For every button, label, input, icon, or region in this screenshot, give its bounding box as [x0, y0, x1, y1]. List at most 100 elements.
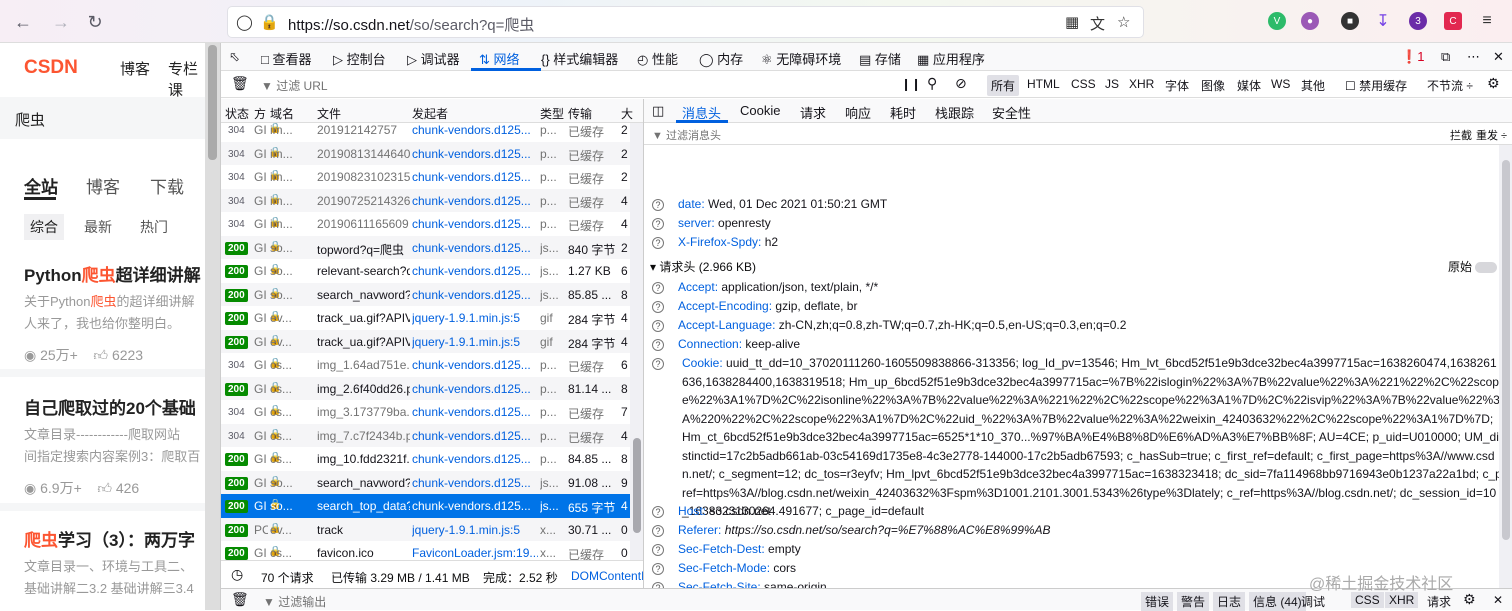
close-icon[interactable]: ✕	[1493, 49, 1504, 65]
tab-blog[interactable]: 博客	[86, 173, 120, 198]
tab-performance[interactable]: ◴ 性能	[637, 49, 678, 68]
scrollbar-thumb[interactable]	[633, 438, 641, 533]
lock-icon[interactable]: 🔒	[260, 13, 279, 31]
table-scrollbar[interactable]	[630, 123, 644, 560]
table-row[interactable]: 304 GI 🔒 im... 20190725214326 chunk-vendors.d…	[221, 188, 630, 212]
qr-code-icon[interactable]: ▦	[1065, 13, 1079, 31]
table-row[interactable]: 200 GI 🔒 so... topword?q=爬虫 chunk-vendors.d12…	[221, 235, 630, 259]
help-icon[interactable]: ?	[652, 236, 664, 249]
address-bar[interactable]: ◯ 🔒 https://so.csdn.net/so/search?q=爬虫 ▦…	[228, 7, 1143, 37]
level-debug[interactable]: 调试	[1301, 593, 1325, 610]
type-xhr[interactable]: XHR	[1385, 592, 1419, 608]
header-row[interactable]: ? Referer: https://so.csdn.net/so/search?…	[652, 523, 1051, 537]
extension-badge[interactable]: 3	[1409, 12, 1427, 30]
header-row[interactable]: ? Sec-Fetch-Mode: cors	[652, 561, 796, 575]
type-css[interactable]: CSS	[1351, 592, 1384, 608]
help-icon[interactable]: ?	[652, 505, 664, 518]
table-row[interactable]: 200 GI 🔒 cs... img_10.fdd2321f. chunk-vendors…	[221, 447, 630, 471]
sidebar-toggle-icon[interactable]: ◫	[652, 103, 664, 119]
filter-hot[interactable]: 热门	[140, 217, 168, 237]
table-row[interactable]: 200 GI 🔒 so... search_top_data? chunk-vendors…	[221, 494, 630, 518]
help-icon[interactable]: ?	[652, 300, 664, 313]
table-row[interactable]: 200 GI 🔒 cs... favicon.ico FaviconLoader.jsm:…	[221, 541, 630, 560]
filter-fonts[interactable]: 字体	[1165, 77, 1189, 94]
article-title[interactable]: 爬虫学习（3）：两万字	[24, 526, 205, 551]
table-row[interactable]: 304 GI 🔒 cs... img_3.173779ba.p chunk-vendors…	[221, 400, 630, 424]
search-icon[interactable]: ⚲	[927, 75, 937, 92]
tab-stack-trace[interactable]: 栈跟踪	[935, 103, 974, 122]
tab-cookies[interactable]: Cookie	[740, 103, 780, 118]
cookie-help[interactable]: ?	[652, 356, 678, 370]
filter-images[interactable]: 图像	[1201, 77, 1225, 94]
menu-icon[interactable]: ≡	[1478, 12, 1496, 30]
disable-cache-checkbox[interactable]: ☐ 禁用缓存	[1345, 77, 1407, 94]
reload-icon[interactable]: ↻	[84, 11, 106, 33]
level-info[interactable]: 信息 (44)	[1249, 592, 1306, 611]
extension-icon-3[interactable]: C	[1444, 12, 1462, 30]
extension-icon[interactable]: ●	[1301, 12, 1319, 30]
table-row[interactable]: 200 GI 🔒 so... relevant-search?q chunk-vendor…	[221, 259, 630, 283]
tab-download[interactable]: 下载	[150, 173, 184, 198]
url-filter-input[interactable]: ▼ 过滤 URL	[261, 77, 328, 94]
filter-all[interactable]: 所有	[987, 75, 1020, 96]
search-input[interactable]: 爬虫	[0, 97, 205, 139]
table-row[interactable]: 200 GI 🔒 so... search_navword? chunk-vendors.…	[221, 470, 630, 494]
tab-debugger[interactable]: ▷ 调试器	[407, 49, 460, 68]
header-row[interactable]: ? X-Firefox-Spdy: h2	[652, 235, 778, 249]
help-icon[interactable]: ?	[652, 562, 664, 575]
header-row[interactable]: ? Sec-Fetch-Site: same-origin	[652, 580, 827, 588]
throttle-select[interactable]: 不节流 ÷	[1427, 77, 1473, 94]
filter-css[interactable]: CSS	[1071, 77, 1096, 91]
help-icon[interactable]: ?	[652, 198, 664, 211]
filter-html[interactable]: HTML	[1027, 77, 1060, 91]
tab-timings[interactable]: 耗时	[890, 103, 916, 122]
tab-request[interactable]: 请求	[800, 103, 826, 122]
details-scrollbar[interactable]	[1499, 145, 1512, 588]
back-icon[interactable]: ←	[12, 11, 34, 33]
table-row[interactable]: 304 GI 🔒 cs... img_1.64ad751e.p chunk-vendors…	[221, 353, 630, 377]
article-card[interactable]: 自己爬取过的20个基础 文章目录------------爬取网站 间指定搜索内容案…	[24, 394, 205, 498]
help-icon[interactable]: ?	[652, 338, 664, 351]
header-row[interactable]: ? date: Wed, 01 Dec 2021 01:50:21 GMT	[652, 197, 887, 211]
scrollbar-thumb[interactable]	[1502, 160, 1510, 540]
header-row[interactable]: ? Sec-Fetch-Dest: empty	[652, 542, 801, 556]
vue-devtools-icon[interactable]: V	[1268, 12, 1286, 30]
help-icon[interactable]: ?	[652, 281, 664, 294]
page-scrollbar[interactable]	[205, 43, 220, 610]
csdn-logo[interactable]: CSDN	[24, 57, 78, 79]
header-row[interactable]: ? server: openresty	[652, 216, 771, 230]
trash-icon[interactable]: 🗑︎	[231, 75, 249, 92]
resend-button[interactable]: 重发 ÷	[1476, 127, 1507, 143]
table-row[interactable]: 200 PC 🔒 ev... track jquery-1.9.1.min.js:5 x..…	[221, 517, 630, 541]
header-row[interactable]: ? Accept: application/json, text/plain, *…	[652, 280, 878, 294]
trash-icon[interactable]: 🗑︎	[231, 591, 249, 608]
gear-icon[interactable]: ⚙	[1487, 75, 1500, 92]
extension-icon-2[interactable]: ■	[1341, 12, 1359, 30]
article-card[interactable]: Python爬虫超详细讲解 关于Python爬虫的超详细讲解 人来了，我也给你整明…	[24, 261, 205, 365]
filter-other[interactable]: 其他	[1301, 77, 1325, 94]
close-icon[interactable]: ✕	[1493, 593, 1503, 607]
pick-element-icon[interactable]: ⬁	[229, 49, 240, 65]
error-count[interactable]: ❗1	[1401, 49, 1424, 65]
table-row[interactable]: 304 GI 🔒 im... 201912142757 chunk-vendors.d12…	[221, 118, 630, 142]
table-row[interactable]: 200 GI 🔒 so... search_navword? chunk-vendors.…	[221, 282, 630, 306]
help-icon[interactable]: ?	[652, 217, 664, 230]
filter-all[interactable]: 综合	[24, 214, 64, 240]
level-errors[interactable]: 错误	[1141, 592, 1174, 611]
table-row[interactable]: 200 GI 🔒 ev... track_ua.gif?APIV jquery-1.9.1…	[221, 329, 630, 353]
level-logs[interactable]: 日志	[1213, 592, 1246, 611]
filter-ws[interactable]: WS	[1271, 77, 1290, 91]
article-title[interactable]: 自己爬取过的20个基础	[24, 394, 205, 419]
help-icon[interactable]: ?	[652, 524, 664, 537]
dock-icon[interactable]: ⧉	[1441, 49, 1450, 65]
download-icon[interactable]: ↧	[1374, 12, 1392, 30]
request-headers-section[interactable]: ▾ 请求头 (2.966 KB)	[650, 258, 756, 275]
table-row[interactable]: 200 GI 🔒 ev... track_ua.gif?APIV jquery-1.9.1…	[221, 306, 630, 330]
bookmark-star-icon[interactable]: ☆	[1117, 13, 1130, 31]
raw-toggle[interactable]: 原始	[1448, 258, 1498, 275]
tab-inspector[interactable]: □ 查看器	[261, 49, 311, 68]
header-row[interactable]: ? Host: so.csdn.net	[652, 504, 771, 518]
more-icon[interactable]: ⋯	[1467, 49, 1480, 65]
tab-network[interactable]: ⇅ 网络	[479, 49, 520, 68]
nav-blog[interactable]: 博客	[120, 58, 150, 79]
